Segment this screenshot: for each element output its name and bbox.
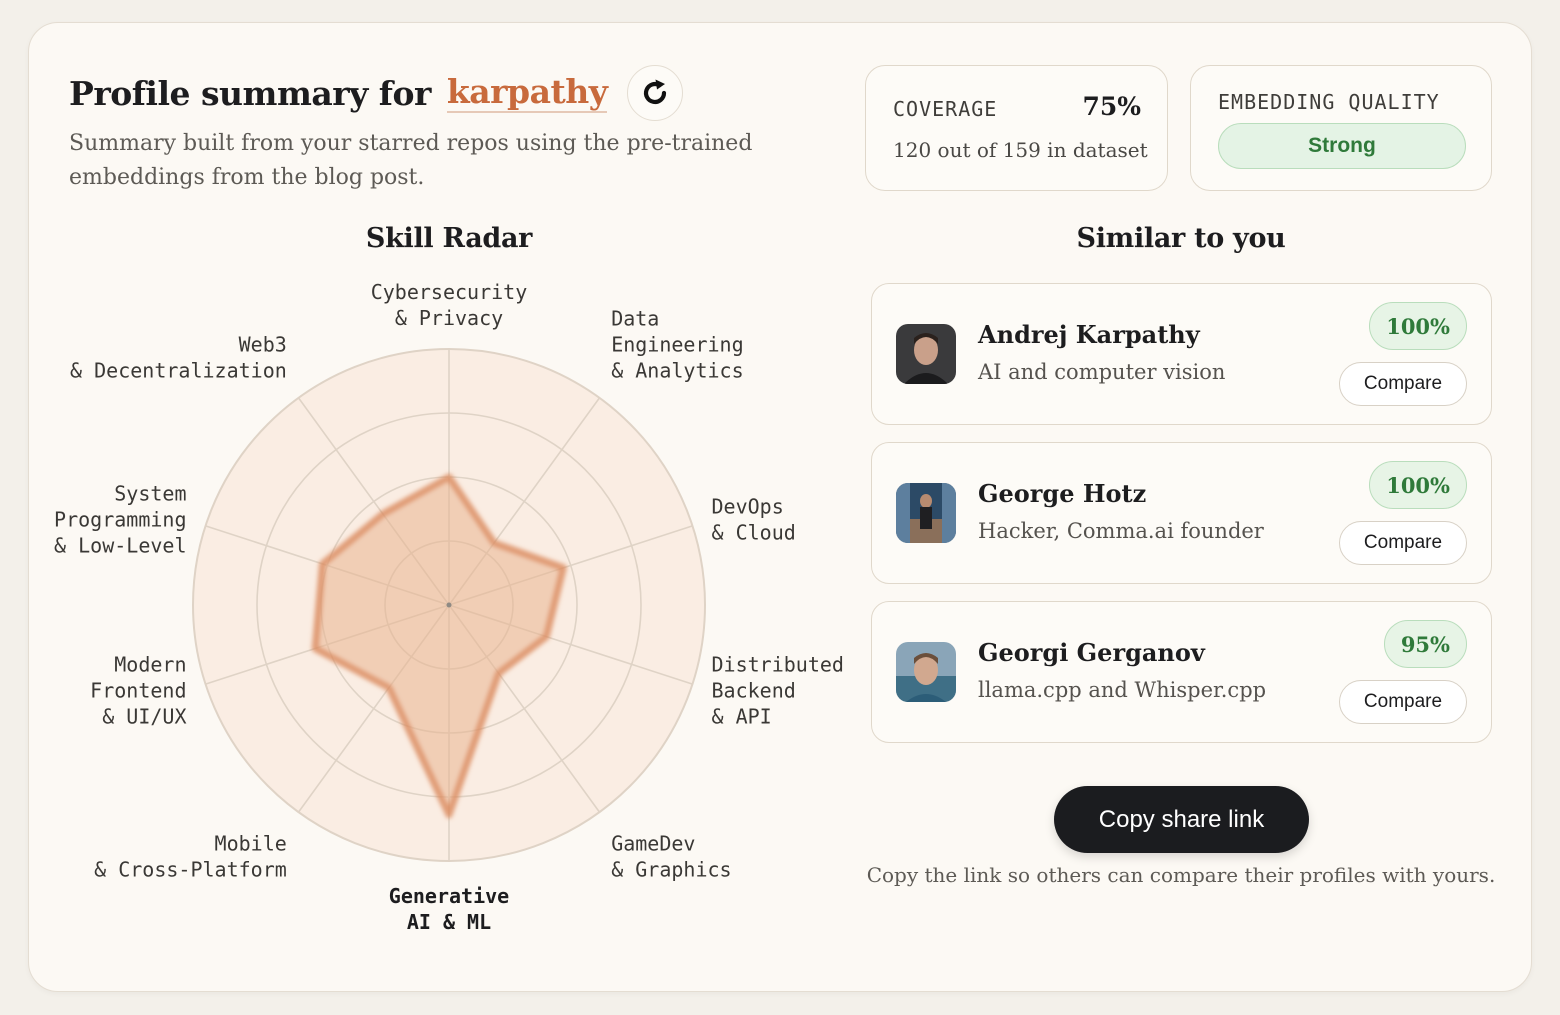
radar-axis-label-line: & Low-Level	[54, 534, 186, 558]
coverage-label: COVERAGE	[893, 97, 998, 121]
radar-axis-label-line: GameDev	[611, 831, 695, 855]
avatar	[896, 642, 956, 702]
page-subtitle: Summary built from your starred repos us…	[69, 131, 753, 190]
radar-axis-label: GameDev & Graphics	[611, 831, 731, 881]
radar-axis-label-line: Programming	[54, 508, 186, 532]
profile-summary-card: Profile summary for karpathy Summary bui…	[28, 22, 1532, 992]
radar-axis-label-line: Cybersecurity	[371, 283, 528, 304]
copy-share-hint: Copy the link so others can compare thei…	[866, 863, 1496, 887]
similarity-score-badge: 100%	[1369, 302, 1467, 350]
copy-share-link-button[interactable]: Copy share link	[1054, 786, 1309, 853]
radar-axis-label-line: & UI/UX	[102, 704, 186, 728]
refresh-icon	[644, 79, 667, 105]
similar-person-card: Andrej Karpathy AI and computer vision 1…	[871, 283, 1492, 425]
avatar	[896, 324, 956, 384]
radar-axis-label-line: Data	[611, 307, 659, 331]
radar-axis-label: System Programming & Low-Level	[54, 482, 186, 558]
radar-axis-label-line: Engineering	[611, 333, 743, 357]
radar-axis-label-line: DevOps	[712, 495, 784, 519]
radar-axis-label-line: Distributed	[712, 652, 844, 676]
avatar	[896, 483, 956, 543]
radar-axis-label-line: & Cross-Platform	[94, 857, 287, 881]
radar-axis-label-line: & Analytics	[611, 359, 743, 383]
coverage-box: COVERAGE 75% 120 out of 159 in dataset	[865, 65, 1168, 191]
person-name: George Hotz	[978, 479, 1147, 508]
person-description: AI and computer vision	[978, 360, 1226, 384]
radar-axis-label-line: Mobile	[215, 831, 287, 855]
similar-title: Similar to you	[1076, 223, 1286, 254]
person-description: Hacker, Comma.ai founder	[978, 519, 1264, 543]
radar-axis-label-line: Generative	[389, 884, 509, 908]
radar-axis-label: Generative AI & ML	[389, 884, 509, 934]
radar-axis-label-line: AI & ML	[407, 910, 491, 934]
skill-radar-title: Skill Radar	[365, 223, 533, 254]
page-title: Profile summary for	[69, 73, 431, 113]
radar-axis-label: Web3 & Decentralization	[70, 333, 287, 383]
radar-axis-label: Mobile & Cross-Platform	[94, 831, 287, 881]
username-link[interactable]: karpathy	[446, 73, 608, 113]
embedding-quality-label: EMBEDDING QUALITY	[1218, 90, 1440, 114]
title-row: Profile summary for karpathy	[69, 63, 684, 123]
similar-person-card: George Hotz Hacker, Comma.ai founder 100…	[871, 442, 1492, 584]
radar-axis-label-line: Backend	[712, 678, 796, 702]
radar-axis-label-line: & Decentralization	[70, 359, 287, 383]
radar-axis-label: Cybersecurity & Privacy	[371, 283, 528, 330]
radar-axis-label: Modern Frontend & UI/UX	[90, 652, 186, 728]
embedding-quality-box: EMBEDDING QUALITY Strong	[1190, 65, 1492, 191]
person-description: llama.cpp and Whisper.cpp	[978, 678, 1267, 702]
compare-button[interactable]: Compare	[1339, 521, 1467, 565]
person-name: Andrej Karpathy	[978, 320, 1200, 349]
person-name: Georgi Gerganov	[978, 638, 1205, 667]
radar-axis-label-line: & Cloud	[712, 521, 796, 545]
radar-axis-label-line: & Privacy	[395, 306, 503, 330]
similarity-score-badge: 95%	[1383, 620, 1467, 668]
radar-axis-label-line: Frontend	[90, 678, 186, 702]
radar-axis-label-line: Web3	[239, 333, 287, 357]
radar-center-dot	[446, 602, 452, 608]
radar-axis-label: DevOps & Cloud	[712, 495, 796, 545]
compare-button[interactable]: Compare	[1339, 680, 1467, 724]
radar-axis-label: Data Engineering & Analytics	[611, 307, 743, 383]
skill-radar-chart: Cybersecurity & Privacy Data Engineering & A…	[54, 283, 844, 934]
similar-person-card: Georgi Gerganov llama.cpp and Whisper.cp…	[871, 601, 1492, 743]
embedding-quality-badge: Strong	[1218, 123, 1466, 169]
radar-axis-label-line: & Graphics	[611, 857, 731, 881]
radar-axis-label: Distributed Backend & API	[712, 652, 844, 728]
compare-button[interactable]: Compare	[1339, 362, 1467, 406]
coverage-value: 75%	[1082, 92, 1141, 121]
radar-axis-label-line: & API	[712, 704, 772, 728]
coverage-detail: 120 out of 159 in dataset	[893, 138, 1148, 162]
similarity-score-badge: 100%	[1369, 461, 1467, 509]
radar-axis-label-line: System	[114, 482, 186, 506]
refresh-button[interactable]	[627, 65, 684, 121]
radar-axis-label-line: Modern	[114, 652, 186, 676]
